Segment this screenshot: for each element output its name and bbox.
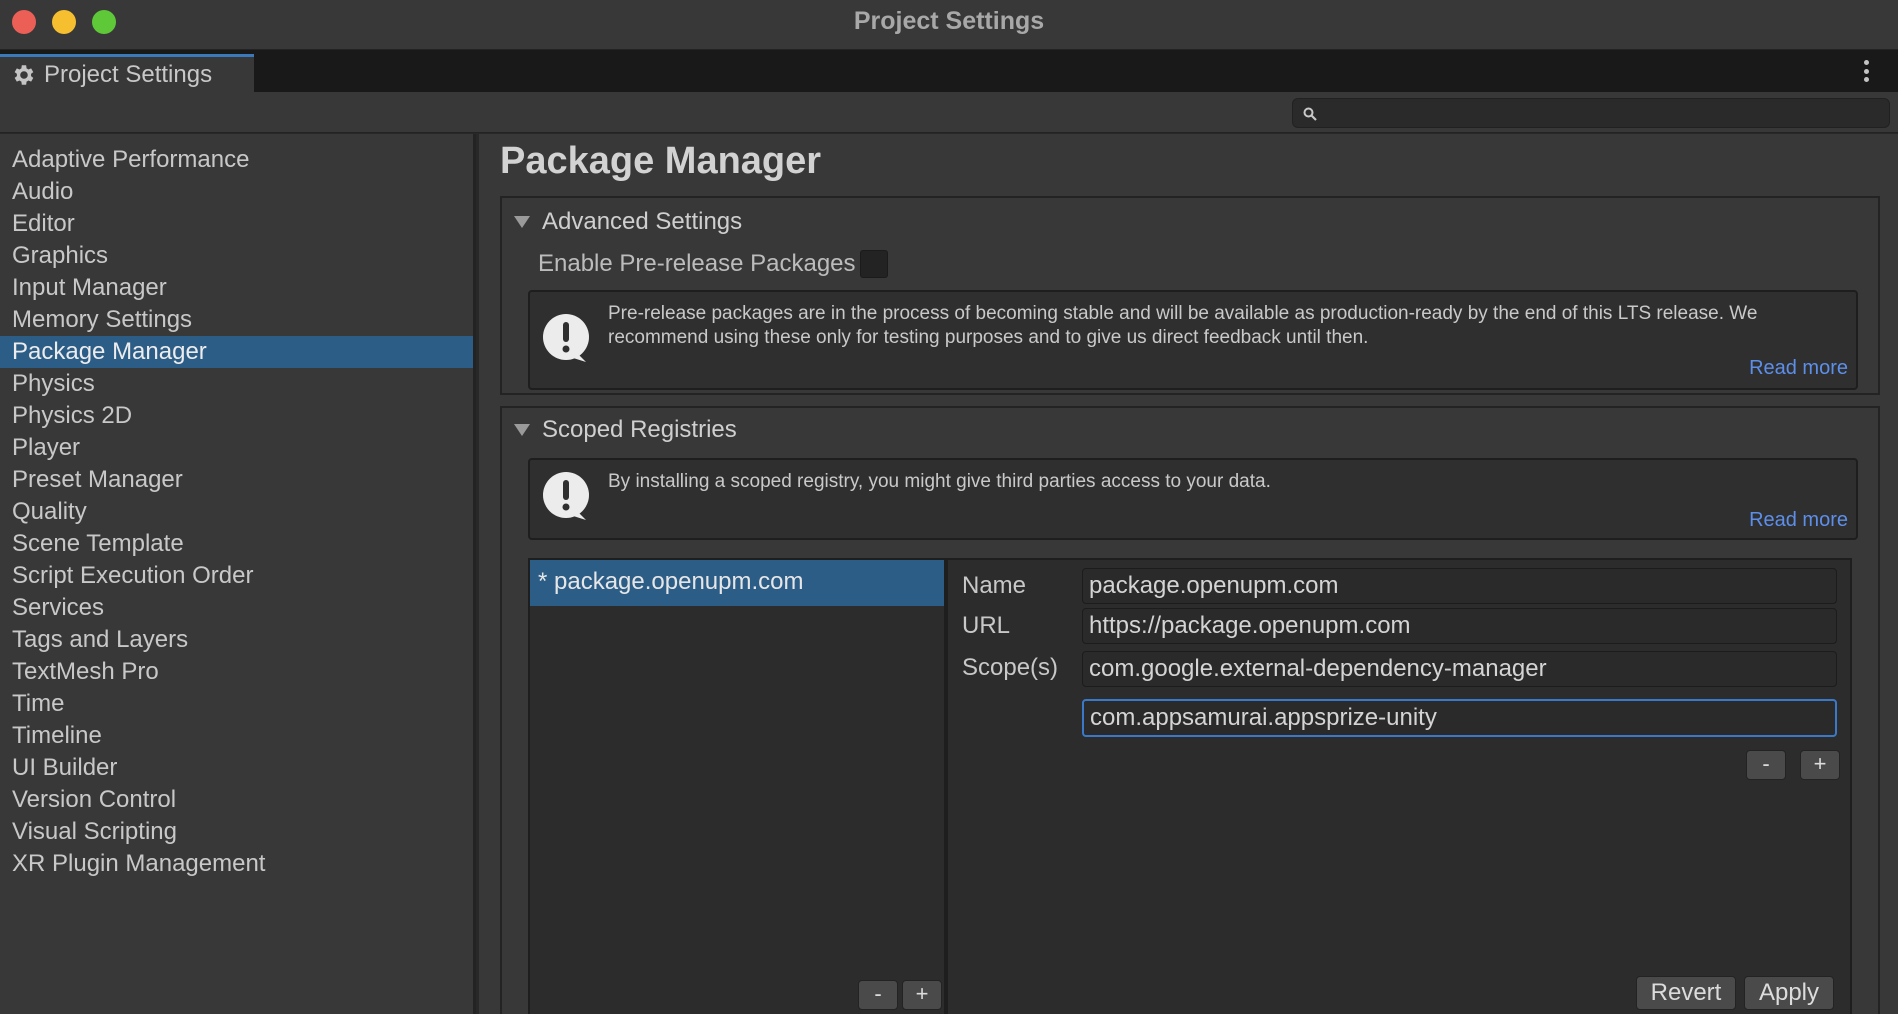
sidebar-item[interactable]: TextMesh Pro [0,656,473,688]
sidebar-item[interactable]: Package Manager [0,336,473,368]
scoped-help-box: By installing a scoped registry, you mig… [528,458,1858,540]
sidebar-item[interactable]: Memory Settings [0,304,473,336]
sidebar-item[interactable]: Time [0,688,473,720]
registry-list: * package.openupm.com - + [528,558,946,1014]
revert-button[interactable]: Revert [1636,976,1736,1010]
prerelease-label: Enable Pre-release Packages [538,250,856,277]
toolbar [0,92,1898,133]
name-field[interactable] [1082,568,1837,604]
scoped-help-text: By installing a scoped registry, you mig… [608,471,1271,492]
sidebar-item[interactable]: Script Execution Order [0,560,473,592]
advanced-settings-header: Advanced Settings [542,208,743,235]
prerelease-help-box: Pre-release packages are in the process … [528,290,1858,390]
read-more-link[interactable]: Read more [1749,509,1848,532]
sidebar-item[interactable]: Physics 2D [0,400,473,432]
gear-icon [14,64,34,85]
add-scope-button[interactable]: + [1800,750,1840,780]
prerelease-help-text: Pre-release packages are in the process … [608,303,1758,348]
scoped-registries-panel: Scoped Registries By installing a scoped… [500,406,1880,1014]
sidebar-item[interactable]: Timeline [0,720,473,752]
search-icon [1303,107,1317,121]
advanced-settings-foldout[interactable]: Advanced Settings [514,208,742,236]
warning-icon [543,314,589,362]
sidebar-item[interactable]: XR Plugin Management [0,848,473,880]
warning-icon [543,472,589,520]
scoped-registries-header: Scoped Registries [542,416,737,443]
sidebar-item[interactable]: Tags and Layers [0,624,473,656]
sidebar-item[interactable]: Preset Manager [0,464,473,496]
apply-button[interactable]: Apply [1744,976,1834,1010]
more-options-icon[interactable] [1864,60,1870,82]
scope-field[interactable] [1082,651,1837,687]
window-title: Project Settings [853,7,1045,35]
prerelease-row: Enable Pre-release Packages [538,250,888,278]
scopes-label: Scope(s) [962,654,1059,681]
scoped-registries-foldout[interactable]: Scoped Registries [514,416,737,444]
sidebar-item[interactable]: Services [0,592,473,624]
sidebar-item[interactable]: Physics [0,368,473,400]
sidebar-item[interactable]: Scene Template [0,528,473,560]
tab-label: Project Settings [44,60,213,88]
sidebar-item[interactable]: Graphics [0,240,473,272]
remove-registry-button[interactable]: - [858,980,898,1010]
search-input[interactable] [1325,101,1880,125]
sidebar-item[interactable]: Version Control [0,784,473,816]
main-panel: Package Manager Advanced Settings Enable… [479,134,1898,1014]
search-box[interactable] [1292,98,1890,128]
prerelease-checkbox[interactable] [859,250,888,278]
sidebar-list: Adaptive Performance Audio Editor Graphics I… [0,134,473,880]
read-more-link[interactable]: Read more [1749,357,1848,380]
url-field[interactable] [1082,608,1837,644]
tab-project-settings[interactable]: Project Settings [0,54,254,92]
sidebar-item[interactable]: Player [0,432,473,464]
scope-field-active[interactable] [1082,699,1837,737]
sidebar-item[interactable]: Editor [0,208,473,240]
sidebar-item[interactable]: Audio [0,176,473,208]
foldout-arrow-icon [514,424,530,436]
page-title: Package Manager [500,140,822,182]
sidebar-item[interactable]: Quality [0,496,473,528]
sidebar-item[interactable]: Input Manager [0,272,473,304]
foldout-arrow-icon [514,216,530,228]
title-bar: Project Settings [0,0,1898,50]
sidebar-item[interactable]: Visual Scripting [0,816,473,848]
sidebar-item[interactable]: Adaptive Performance [0,144,473,176]
tab-bar: Project Settings [0,50,1898,92]
settings-sidebar: Adaptive Performance Audio Editor Graphics I… [0,134,476,1014]
name-label: Name [962,572,1027,599]
url-label: URL [962,612,1011,639]
advanced-settings-panel: Advanced Settings Enable Pre-release Pac… [500,196,1880,395]
sidebar-item[interactable]: UI Builder [0,752,473,784]
remove-scope-button[interactable]: - [1746,750,1786,780]
registry-item[interactable]: * package.openupm.com [530,560,944,606]
registry-details: Name URL Scope(s) - + Revert Apply [946,558,1852,1014]
add-registry-button[interactable]: + [902,980,942,1010]
